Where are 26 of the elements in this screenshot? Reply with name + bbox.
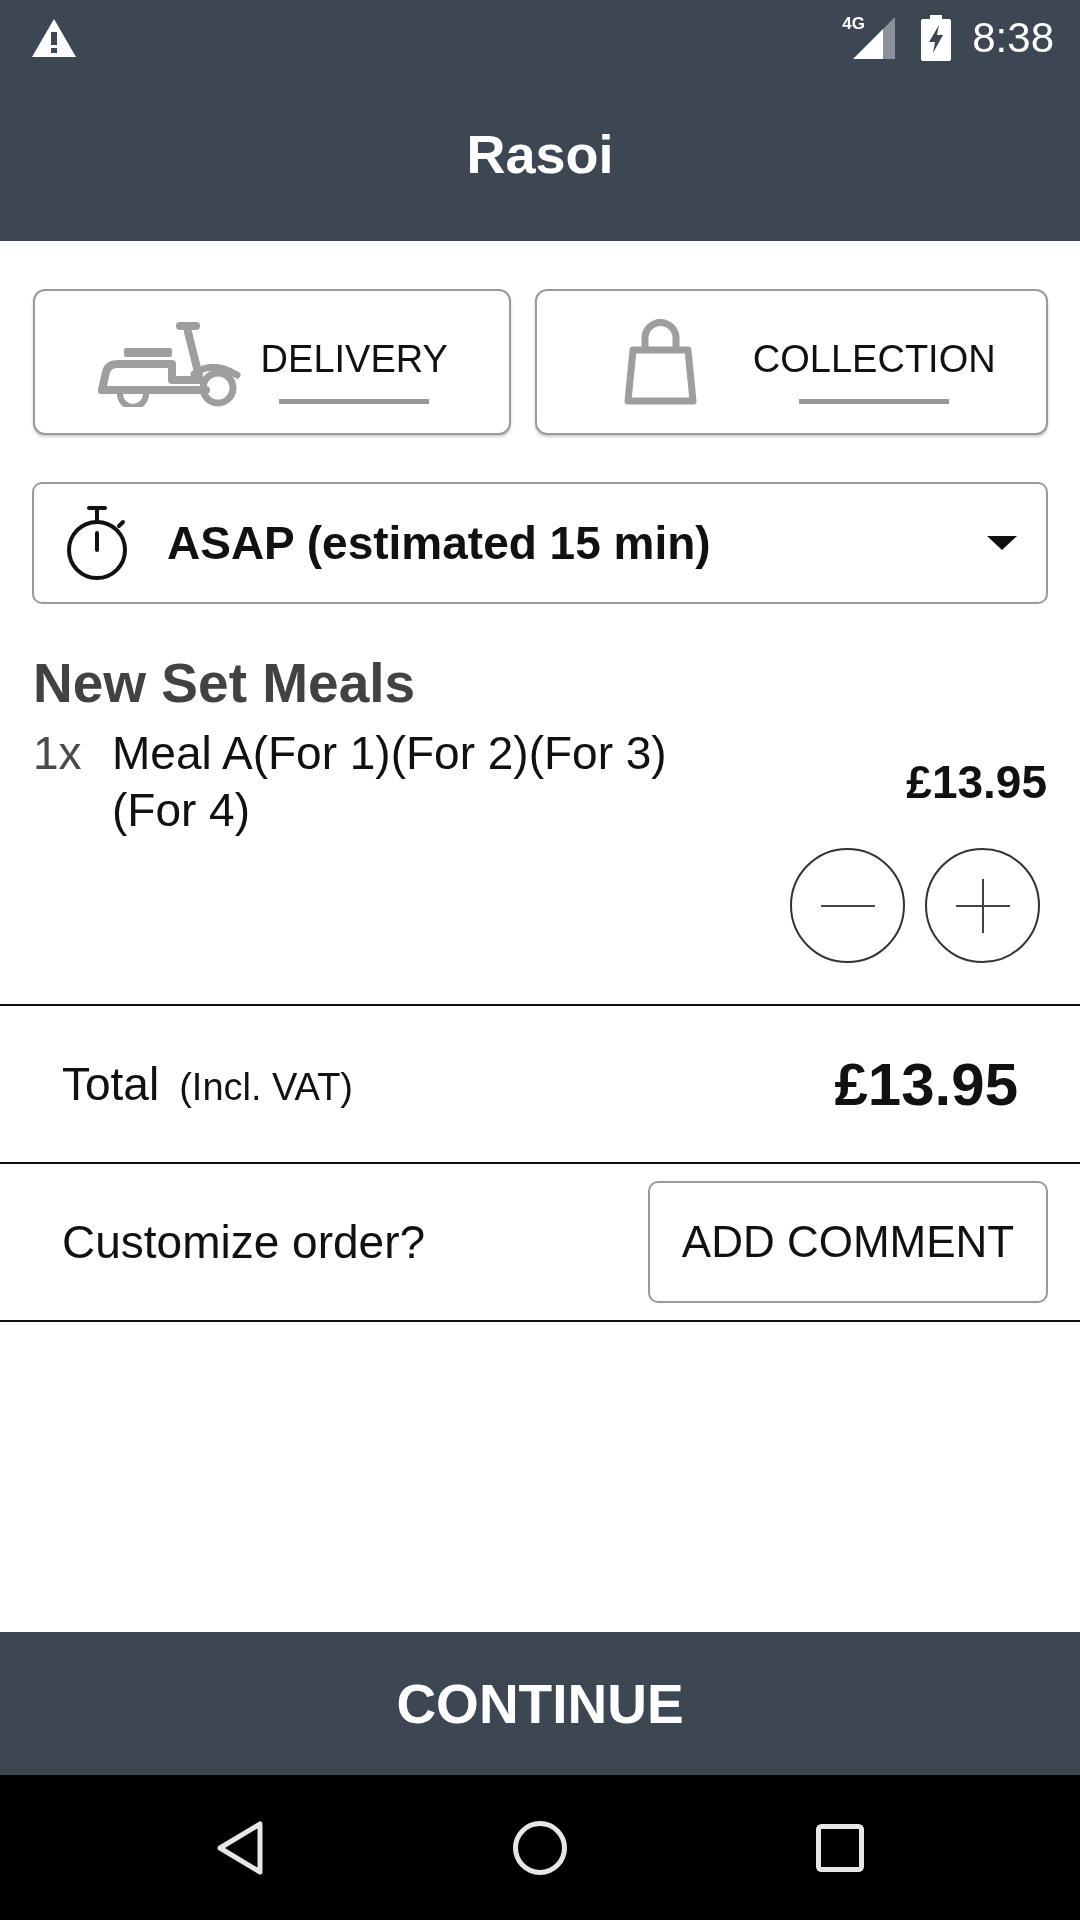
item-name: Meal A(For 1)(For 2)(For 3)(For 4) [112, 726, 668, 838]
recent-apps-icon[interactable] [816, 1823, 864, 1872]
shopping-bag-icon [622, 317, 698, 407]
customize-prompt: Customize order? [62, 1215, 426, 1269]
battery-charging-icon [921, 15, 952, 61]
plus-icon [955, 878, 1010, 933]
time-dropdown[interactable]: ASAP (estimated 15 min) [32, 482, 1048, 604]
vat-note: (Incl. VAT) [179, 1066, 353, 1109]
status-time: 8:38 [972, 14, 1054, 62]
item-quantity: 1x [33, 726, 83, 781]
dropdown-caret-icon [987, 536, 1017, 550]
network-type: 4G [842, 14, 865, 34]
delivery-button[interactable]: DELIVERY [33, 289, 511, 435]
minus-icon [820, 904, 875, 907]
warning-icon [31, 18, 77, 58]
total-amount: £13.95 [834, 1049, 1018, 1119]
screen-title: Rasoi [466, 122, 614, 185]
back-icon[interactable] [215, 1819, 265, 1876]
item-price: £13.95 [906, 754, 1047, 810]
section-heading: New Set Meals [33, 651, 417, 715]
stopwatch-icon [65, 505, 129, 581]
home-icon[interactable] [513, 1820, 567, 1875]
add-comment-button[interactable]: ADD COMMENT [648, 1181, 1048, 1303]
continue-button[interactable]: CONTINUE [0, 1632, 1080, 1775]
collection-button[interactable]: COLLECTION [534, 289, 1048, 435]
total-label: Total [62, 1057, 160, 1111]
